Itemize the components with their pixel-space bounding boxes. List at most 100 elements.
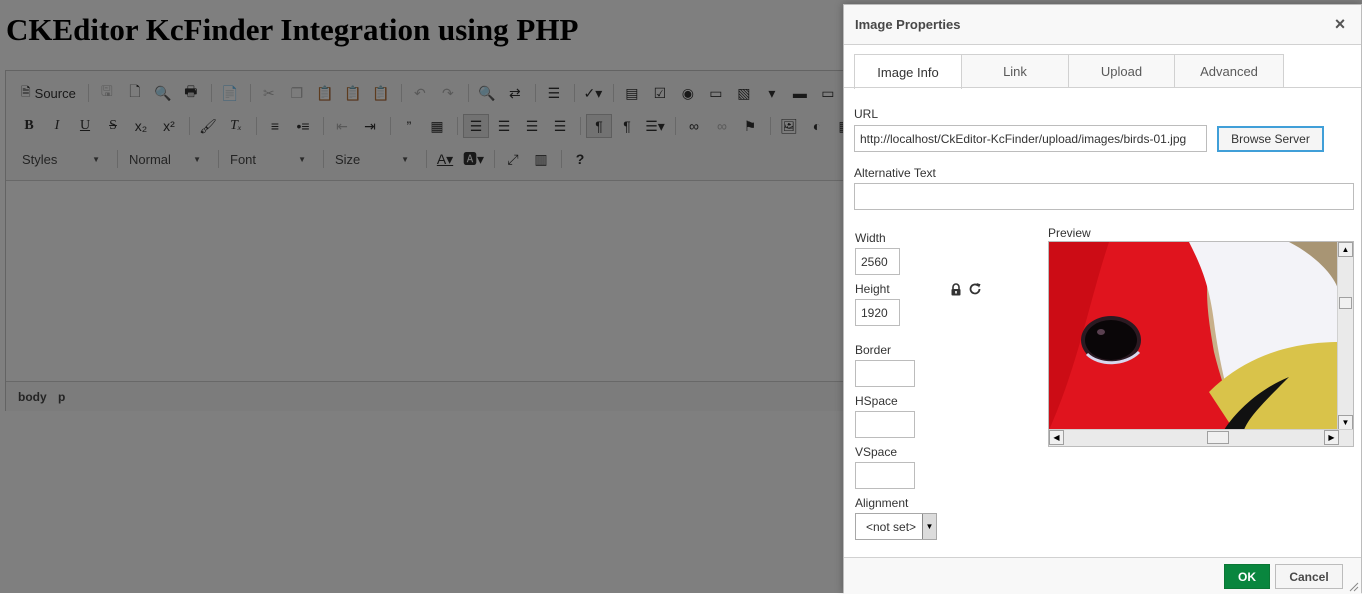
width-input[interactable] [855,248,900,275]
chevron-down-icon: ▼ [922,514,936,539]
horizontal-scroll-thumb[interactable] [1207,431,1229,444]
chevron-down-icon: ▼ [193,154,201,164]
path-item-p[interactable]: p [58,390,65,404]
hspace-input[interactable] [855,411,915,438]
superscript-icon[interactable]: x² [156,114,182,138]
align-center-icon[interactable]: ☰ [491,114,517,138]
maximize-icon[interactable]: ⤢ [500,147,526,171]
select-field-icon[interactable]: ▾ [759,81,785,105]
toolbar-separator [390,117,391,135]
alignment-select[interactable]: <not set> ▼ [855,513,937,540]
subscript-icon[interactable]: x₂ [128,114,154,138]
cut-icon[interactable]: ✂ [256,81,282,105]
vspace-label: VSpace [855,445,898,459]
radio-icon[interactable]: ◉ [675,81,701,105]
save-icon[interactable]: 🖫 [94,81,120,105]
strike-button[interactable]: S [100,114,126,138]
link-icon[interactable]: ∞ [681,114,707,138]
print-icon[interactable]: 🖶 [178,81,204,105]
tab-image-info[interactable]: Image Info [854,54,962,89]
paste-word-icon[interactable]: 📋 [368,81,394,105]
preview-icon[interactable]: 🔍 [150,81,176,105]
resize-grip-icon[interactable] [1349,582,1359,592]
alt-text-input[interactable] [854,183,1354,210]
select-all-icon[interactable]: ☰ [541,81,567,105]
tab-link[interactable]: Link [961,54,1069,88]
preview-vertical-scrollbar[interactable]: ▲ ▼ [1337,242,1353,430]
align-left-icon[interactable]: ☰ [463,114,489,138]
chevron-down-icon: ▼ [92,154,100,164]
scroll-down-icon[interactable]: ▼ [1338,415,1353,430]
font-combo[interactable]: Font ▼ [224,147,312,171]
background-color-icon[interactable]: 🅰▾ [460,147,487,171]
creatediv-icon[interactable]: ▦ [424,114,450,138]
textarea-icon[interactable]: ▧ [731,81,757,105]
scroll-up-icon[interactable]: ▲ [1338,242,1353,257]
image-icon[interactable]: 🖼 [776,114,802,138]
vspace-input[interactable] [855,462,915,489]
hspace-label: HSpace [855,394,898,408]
tab-advanced[interactable]: Advanced [1174,54,1284,88]
height-input[interactable] [855,299,900,326]
textfield-icon[interactable]: ▭ [703,81,729,105]
source-button[interactable]: 🗎 Source [16,81,81,105]
language-icon[interactable]: ☰▾ [642,114,668,138]
cancel-button[interactable]: Cancel [1275,564,1343,589]
styles-combo[interactable]: Styles ▼ [16,147,106,171]
width-label: Width [855,231,886,245]
size-combo[interactable]: Size ▼ [329,147,415,171]
replace-icon[interactable]: ⇄ [502,81,528,105]
reset-size-icon[interactable] [967,281,983,297]
tab-upload[interactable]: Upload [1068,54,1175,88]
undo-icon[interactable]: ↶ [407,81,433,105]
blockquote-icon[interactable]: ” [396,114,422,138]
image-button-icon[interactable]: ▭ [815,81,841,105]
new-page-icon[interactable]: 🗋 [122,81,148,105]
ckeditor: 🗎 Source 🖫 🗋 🔍 🖶 📄 ✂ ❐ 📋 📋 📋 ↶ ↷ 🔍 ⇄ ☰ ✓… [5,70,905,411]
url-input[interactable] [854,125,1207,152]
dialog-title[interactable]: Image Properties [844,5,1361,45]
scroll-right-icon[interactable]: ▶ [1324,430,1339,445]
path-item-body[interactable]: body [18,390,47,404]
copy-icon[interactable]: ❐ [284,81,310,105]
unlink-icon[interactable]: ∞ [709,114,735,138]
align-right-icon[interactable]: ☰ [519,114,545,138]
close-icon[interactable]: × [1330,13,1350,35]
editor-content-area[interactable] [6,181,904,381]
ok-button[interactable]: OK [1224,564,1270,589]
browse-server-button[interactable]: Browse Server [1217,126,1324,152]
redo-icon[interactable]: ↷ [435,81,461,105]
bulleted-list-icon[interactable]: •≡ [290,114,316,138]
anchor-icon[interactable]: ⚑ [737,114,763,138]
format-combo[interactable]: Normal ▼ [123,147,207,171]
underline-button[interactable]: U [72,114,98,138]
align-justify-icon[interactable]: ☰ [547,114,573,138]
scroll-left-icon[interactable]: ◀ [1049,430,1064,445]
preview-horizontal-scrollbar[interactable]: ◀ ▶ [1049,429,1353,446]
rtl-icon[interactable]: ¶ [614,114,640,138]
spellcheck-icon[interactable]: ✓▾ [580,81,606,105]
italic-button[interactable]: I [44,114,70,138]
find-icon[interactable]: 🔍 [474,81,500,105]
bold-button[interactable]: B [16,114,42,138]
numbered-list-icon[interactable]: ≡ [262,114,288,138]
checkbox-icon[interactable]: ☑ [647,81,673,105]
flash-icon[interactable]: ◐ [804,114,830,138]
help-button[interactable]: ? [567,147,593,171]
button-field-icon[interactable]: ▬ [787,81,813,105]
border-input[interactable] [855,360,915,387]
form-icon[interactable]: ▤ [619,81,645,105]
outdent-icon[interactable]: ⇤ [329,114,355,138]
paste-icon[interactable]: 📋 [312,81,338,105]
indent-icon[interactable]: ⇥ [357,114,383,138]
toolbar-separator [612,84,614,102]
text-color-icon[interactable]: A▾ [432,147,458,171]
templates-icon[interactable]: 📄 [217,81,243,105]
ltr-icon[interactable]: ¶ [586,114,612,138]
vertical-scroll-thumb[interactable] [1339,297,1352,309]
copy-format-icon[interactable]: 🖌 [195,114,221,138]
remove-format-icon[interactable]: Tₓ [223,114,249,138]
show-blocks-icon[interactable]: ▥ [528,147,554,171]
paste-text-icon[interactable]: 📋 [340,81,366,105]
lock-icon[interactable] [948,281,964,297]
